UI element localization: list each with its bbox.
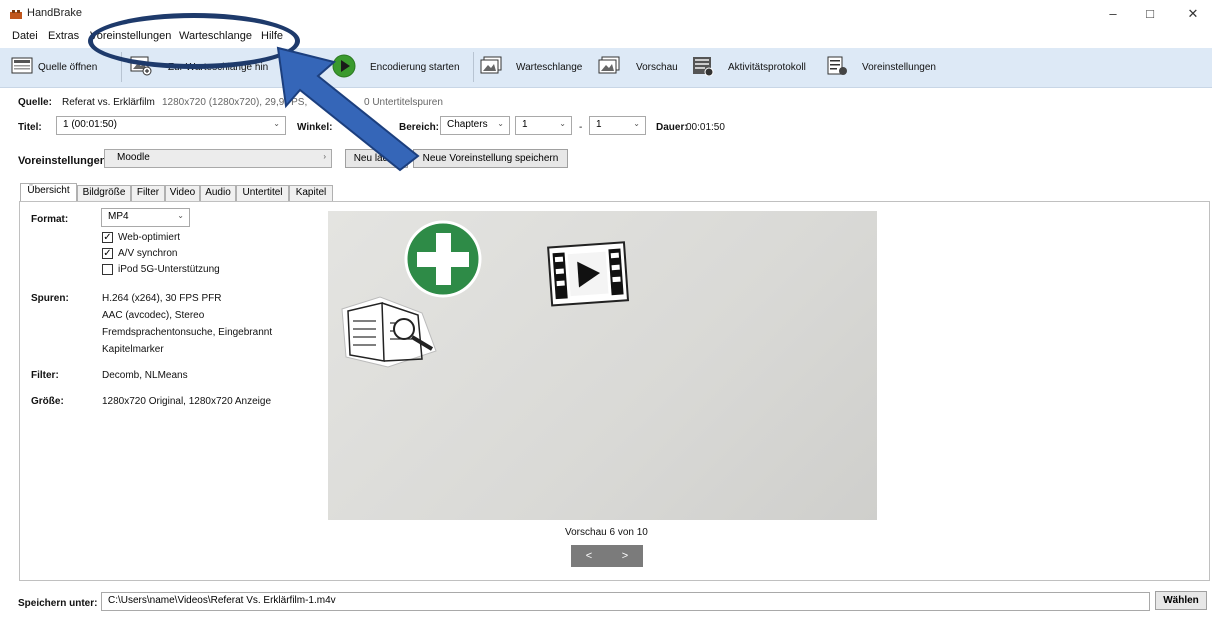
preview-prev-button[interactable]: < [571,545,607,567]
range-start-value: 1 [522,119,528,130]
open-source-icon[interactable] [11,56,33,76]
tab-subtitles[interactable]: Untertitel [236,185,289,201]
presets-icon[interactable] [826,56,848,76]
web-optimized-label: Web-optimiert [118,232,181,243]
handbrake-logo-icon [10,10,22,19]
source-name: Referat vs. Erklärfilm [62,97,155,108]
tab-overview[interactable]: Übersicht [20,183,77,201]
chevron-down-icon: ⌄ [177,211,184,220]
ipod-label: iPod 5G-Unterstützung [118,264,220,275]
range-start-select[interactable]: 1 ⌄ [515,116,572,135]
menu-datei[interactable]: Datei [12,30,38,42]
duration-label: Dauer: [656,122,688,133]
plus-sticker-icon [404,220,482,298]
source-info: 1280x720 (1280x720), 29,9 [162,97,285,108]
presets-button[interactable]: Voreinstellungen [862,62,936,73]
av-sync-checkbox[interactable]: ✓ [102,248,113,259]
close-button[interactable]: ✕ [1178,4,1208,24]
range-type-value: Chapters [447,119,488,130]
tab-video[interactable]: Video [165,185,200,201]
film-sticker-icon [547,241,630,307]
format-label: Format: [31,214,69,225]
web-optimized-checkbox[interactable]: ✓ [102,232,113,243]
chevron-down-icon: ⌄ [497,119,504,128]
format-select[interactable]: MP4 ⌄ [101,208,190,227]
preview-frame-illustration [341,220,630,368]
preset-label: Voreinstellungen [18,155,107,167]
size-label: Größe: [31,396,64,407]
tab-audio[interactable]: Audio [200,185,236,201]
maximize-button[interactable]: □ [1135,4,1165,24]
filter-label: Filter: [31,370,59,381]
minimize-button[interactable]: – [1098,4,1128,24]
range-type-select[interactable]: Chapters ⌄ [440,116,510,135]
track-item: H.264 (x264), 30 FPS PFR [102,293,222,304]
window-title: HandBrake [27,7,83,19]
range-end-value: 1 [596,119,602,130]
title-value: 1 (00:01:50) [63,119,117,130]
highlight-ellipse-annotation [88,13,300,69]
save-new-preset-button[interactable]: Neue Voreinstellung speichern [413,149,568,168]
chevron-down-icon: ⌄ [559,119,566,128]
duration-value: 00:01:50 [686,122,725,133]
open-source-button[interactable]: Quelle öffnen [38,62,97,73]
range-dash: - [579,122,583,133]
source-label: Quelle: [18,97,52,108]
pointer-arrow-annotation [276,46,420,172]
preview-caption: Vorschau 6 von 10 [565,527,648,538]
save-as-label: Speichern unter: [18,598,98,609]
track-item: Kapitelmarker [102,344,164,355]
preview-image [328,211,877,520]
av-sync-label: A/V synchron [118,248,178,259]
ipod-checkbox[interactable] [102,264,113,275]
browse-button[interactable]: Wählen [1155,591,1207,610]
tab-filter[interactable]: Filter [131,185,165,201]
save-path-field[interactable]: C:\Users\name\Videos\Referat Vs. Erklärf… [101,592,1150,611]
menu-extras[interactable]: Extras [48,30,79,42]
tab-picture-size[interactable]: Bildgröße [77,185,131,201]
tab-chapters[interactable]: Kapitel [289,185,333,201]
queue-icon[interactable] [480,56,502,76]
toolbar-separator [473,52,474,82]
preview-next-button[interactable]: > [607,545,643,567]
format-value: MP4 [108,211,129,222]
filter-value: Decomb, NLMeans [102,370,188,381]
chevron-down-icon: ⌄ [633,119,640,128]
title-label: Titel: [18,122,42,133]
track-item: Fremdsprachentonsuche, Eingebrannt [102,327,273,338]
queue-button[interactable]: Warteschlange [516,62,582,73]
title-select[interactable]: 1 (00:01:50) ⌄ [56,116,286,135]
range-end-select[interactable]: 1 ⌄ [589,116,646,135]
preview-button[interactable]: Vorschau [636,62,678,73]
preset-value: Moodle [117,152,150,163]
track-item: AAC (avcodec), Stereo [102,310,205,321]
preview-icon[interactable] [598,56,620,76]
size-value: 1280x720 Original, 1280x720 Anzeige [102,396,272,407]
activity-log-button[interactable]: Aktivitätsprotokoll [728,62,806,73]
book-magnifier-sticker-icon [341,296,437,368]
tracks-label: Spuren: [31,293,69,304]
activity-log-icon[interactable] [692,56,714,76]
